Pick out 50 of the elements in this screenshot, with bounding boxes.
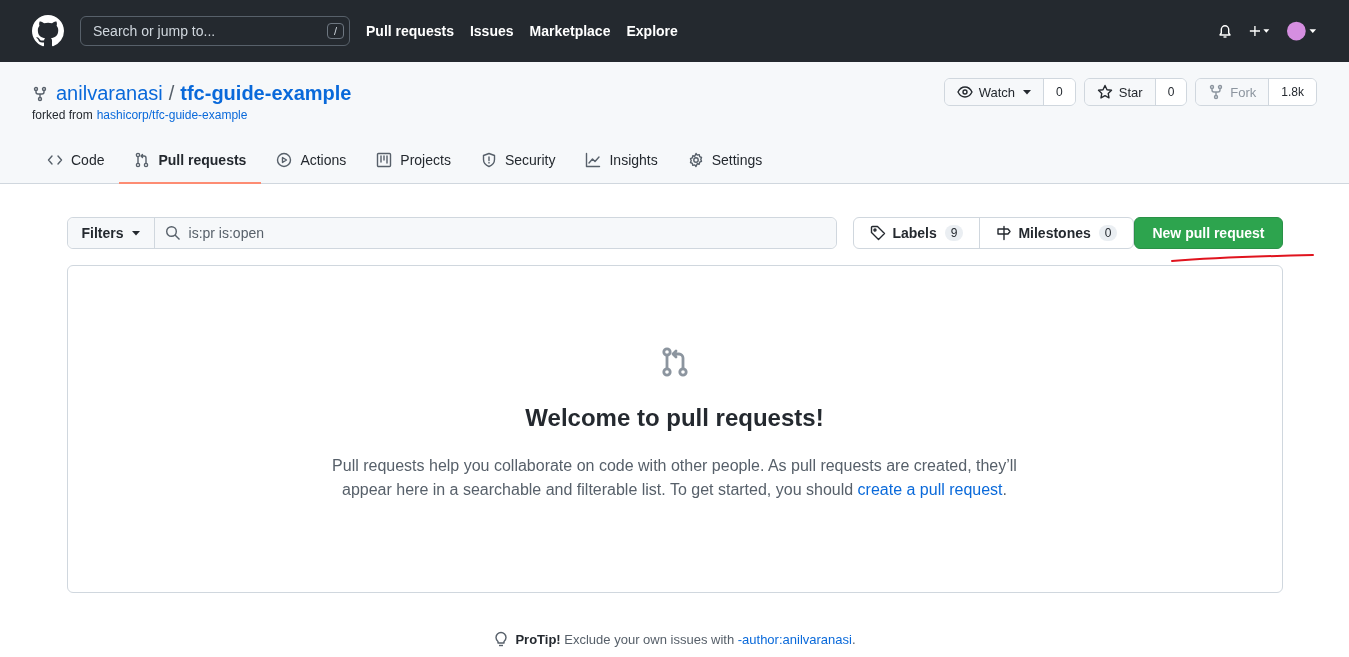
nav-link[interactable]: Explore [626, 23, 678, 39]
repo-name-link[interactable]: tfc-guide-example [180, 82, 352, 105]
caret-icon [1023, 88, 1032, 96]
nav-link[interactable]: Marketplace [529, 23, 611, 39]
watch-button[interactable]: Watch [944, 79, 1045, 105]
octocat-logo-icon[interactable] [32, 15, 64, 47]
pull-request-icon [134, 152, 151, 168]
search-field[interactable]: Search or jump to... / [80, 16, 350, 46]
repo-tab[interactable]: Security [465, 144, 571, 184]
eye-icon [956, 84, 973, 100]
count-badge: 0 [1098, 225, 1118, 241]
search-placeholder: Search or jump to... [93, 23, 217, 39]
avatar-dropdown-icon[interactable] [1287, 21, 1317, 41]
fork-icon [1208, 84, 1225, 100]
forked-from-label: forked from [32, 108, 93, 122]
play-circle-icon [276, 152, 293, 168]
count-link[interactable]: 0 [1044, 79, 1075, 105]
fork-icon [32, 85, 48, 102]
tag-icon [870, 225, 887, 241]
repo-tab[interactable]: Settings [672, 144, 778, 184]
repo-tab[interactable]: Pull requests [119, 144, 262, 184]
nav-link[interactable]: Pull requests [366, 23, 454, 39]
protip-text: ProTip! Exclude your own issues with -author:anilvaranasi. [515, 631, 856, 647]
milestone-link[interactable]: Milestones 0 [979, 218, 1134, 248]
plus-dropdown-icon[interactable] [1249, 24, 1271, 38]
repo-owner-link[interactable]: anilvaranasi [56, 82, 163, 105]
shortcut-key: / [326, 23, 344, 39]
board-icon [376, 152, 393, 168]
blankslate-title: Welcome to pull requests! [525, 404, 824, 432]
nav-link[interactable]: Issues [469, 23, 514, 39]
signpost-icon [996, 225, 1013, 241]
blankslate-text: Pull requests help you collaborate on code with other people. As pull requests are created, they’ll appear here in a searchable and filterable list. To get started, you should create a pull request. [331, 456, 1018, 500]
repo-tab[interactable]: Projects [361, 144, 466, 184]
line-graph-icon [585, 152, 602, 168]
path-separator: / [168, 82, 175, 105]
repo-tab[interactable]: Code [32, 144, 120, 184]
repo-tab[interactable]: Actions [261, 144, 362, 184]
author-filter-link[interactable]: -author:anilvaranasi [737, 631, 852, 647]
light-bulb-icon [493, 631, 510, 647]
star-button[interactable]: Star [1084, 79, 1156, 105]
create-pull-request-link[interactable]: create a pull request [857, 481, 1003, 498]
repo-tab[interactable]: Insights [570, 144, 673, 184]
star-icon [1096, 84, 1113, 100]
count-link[interactable]: 0 [1155, 79, 1187, 105]
count-badge: 9 [944, 225, 964, 241]
bell-icon[interactable] [1217, 23, 1233, 39]
fork-source-link[interactable]: hashicorp/tfc-guide-example [96, 108, 248, 122]
gear-icon [687, 152, 704, 168]
shield-icon [480, 152, 497, 168]
label-link[interactable]: Labels 9 [854, 218, 980, 248]
